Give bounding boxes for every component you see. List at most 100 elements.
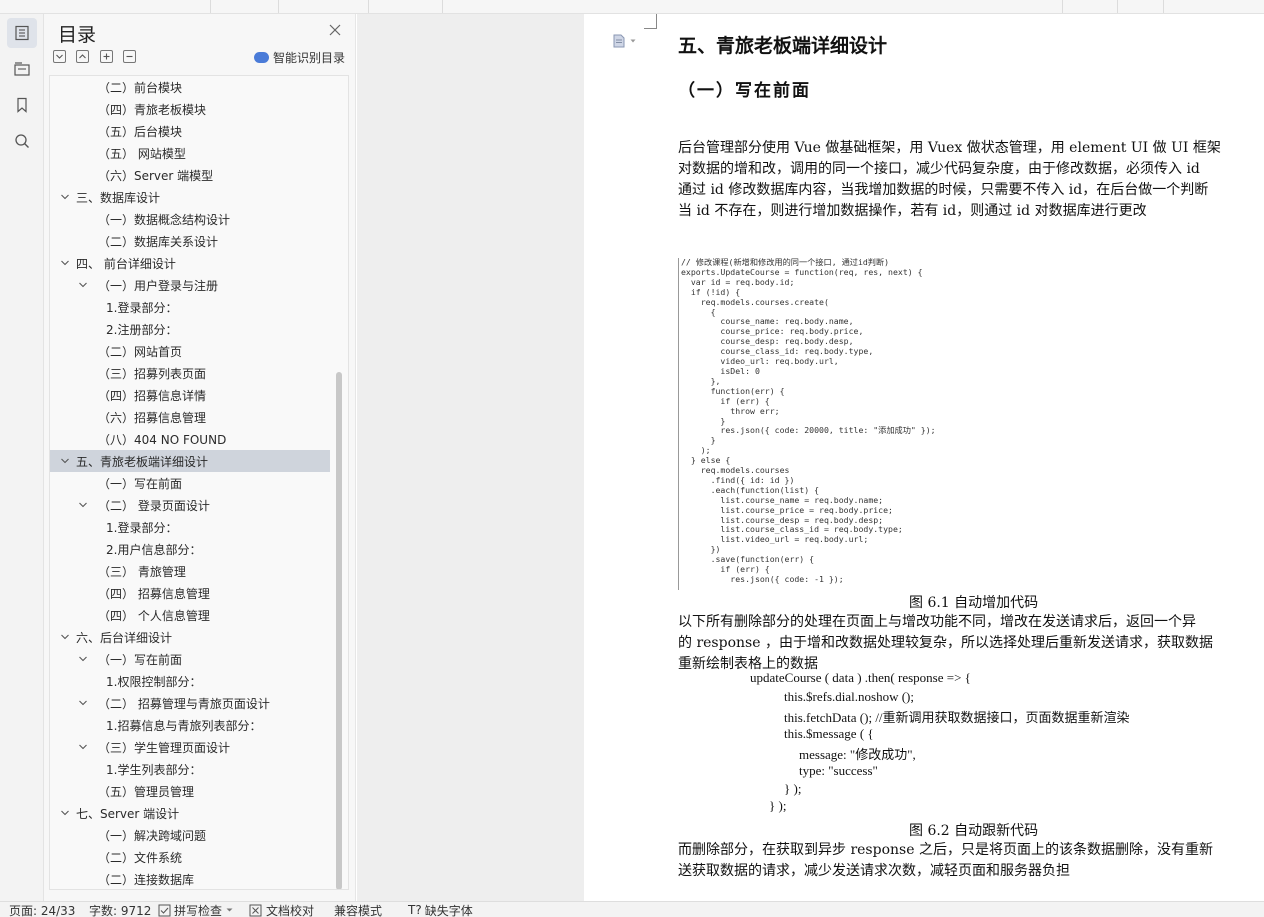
outline-item[interactable]: （四） 招募信息管理	[50, 582, 330, 604]
outline-item-label: 五、青旅老板端详细设计	[76, 454, 209, 469]
chevron-down-icon[interactable]	[78, 280, 88, 290]
outline-item[interactable]: （五）管理员管理	[50, 780, 330, 802]
proofread-button[interactable]: 文档校对	[249, 902, 314, 917]
paragraph-line: 对数据的增和改，调用的同一个接口，减少代码复杂度，由于修改数据，必须传入 id	[678, 161, 1200, 177]
chevron-down-icon[interactable]	[78, 500, 88, 510]
spell-check-icon	[158, 904, 171, 916]
dropdown-arrow-icon	[226, 908, 233, 912]
outline-item[interactable]: 1.登录部分：	[50, 296, 330, 318]
crop-mark	[656, 14, 657, 28]
spell-check-label: 拼写检查	[174, 903, 223, 917]
section-heading: 五、青旅老板端详细设计	[678, 35, 888, 57]
outline-item[interactable]: 三、数据库设计	[50, 186, 330, 208]
outline-item-label: 四、 前台详细设计	[76, 256, 176, 271]
code-line: message: "修改成功",	[799, 747, 916, 762]
remove-heading-button[interactable]	[123, 50, 136, 63]
chevron-down-icon[interactable]	[60, 192, 70, 202]
outline-item[interactable]: （二）前台模块	[50, 76, 330, 98]
outline-item[interactable]: 1.招募信息与青旅列表部分：	[50, 714, 330, 736]
outline-item[interactable]: （六）招募信息管理	[50, 406, 330, 428]
outline-item-label: （八）404 NO FOUND	[98, 432, 227, 447]
search-icon	[15, 134, 29, 148]
chevron-down-icon[interactable]	[78, 654, 88, 664]
chevron-down-icon[interactable]	[60, 258, 70, 268]
outline-item[interactable]: 七、Server 端设计	[50, 802, 330, 824]
document-page: 五、青旅老板端详细设计 （一）写在前面 后台管理部分使用 Vue 做基础框架，用…	[584, 14, 1264, 901]
smart-outline-button[interactable]: 智能识别目录	[254, 49, 345, 66]
paragraph-1: 后台管理部分使用 Vue 做基础框架，用 Vuex 做状态管理，用 elemen…	[678, 138, 1221, 222]
document-icon	[613, 34, 625, 48]
outline-close-button[interactable]	[328, 22, 344, 38]
outline-item[interactable]: 五、青旅老板端详细设计	[50, 450, 330, 472]
chevron-down-icon[interactable]	[78, 742, 88, 752]
outline-item[interactable]: （三）学生管理页面设计	[50, 736, 330, 758]
outline-item-label: （五）后台模块	[98, 124, 183, 139]
outline-item[interactable]: （四）青旅老板模块	[50, 98, 330, 120]
crop-mark	[644, 28, 657, 29]
chevron-down-icon[interactable]	[60, 632, 70, 642]
outline-item[interactable]: （二）数据库关系设计	[50, 230, 330, 252]
outline-item[interactable]: （五） 网站模型	[50, 142, 330, 164]
outline-item[interactable]: （一）写在前面	[50, 648, 330, 670]
chevron-down-icon[interactable]	[78, 698, 88, 708]
outline-item-label: （六）Server 端模型	[98, 168, 214, 183]
outline-item[interactable]: （二）网站首页	[50, 340, 330, 362]
outline-item[interactable]: 2.用户信息部分：	[50, 538, 330, 560]
outline-item[interactable]: （一）用户登录与注册	[50, 274, 330, 296]
chevron-down-icon	[56, 54, 63, 59]
outline-nav-button[interactable]	[7, 18, 37, 48]
app-window: 目录 智能识别目录 （二）前台模块 （四）青旅老板模块 （五）后台模块 （五） 网站模…	[0, 0, 1264, 917]
outline-item[interactable]: （六）Server 端模型	[50, 164, 330, 186]
search-nav-button[interactable]	[7, 126, 37, 156]
outline-item[interactable]: （一）写在前面	[50, 472, 330, 494]
close-icon	[329, 24, 341, 36]
chevron-down-icon[interactable]	[60, 808, 70, 818]
outline-item[interactable]: （八）404 NO FOUND	[50, 428, 330, 450]
outline-item-label: （二）文件系统	[98, 850, 183, 865]
outline-item[interactable]: 1.学生列表部分：	[50, 758, 330, 780]
outline-item-label: （二） 登录页面设计	[98, 498, 210, 513]
bookmark-nav-button[interactable]	[7, 90, 37, 120]
outline-item[interactable]: 1.权限控制部分：	[50, 670, 330, 692]
outline-item-label: （一）写在前面	[98, 476, 183, 491]
page-counter[interactable]: 页面: 24/33	[9, 902, 75, 917]
compat-mode[interactable]: 兼容模式	[334, 902, 382, 917]
outline-item-label: （二）数据库关系设计	[98, 234, 219, 249]
outline-item[interactable]: （三）招募列表页面	[50, 362, 330, 384]
outline-item[interactable]: （五）后台模块	[50, 120, 330, 142]
outline-panel: 目录 智能识别目录 （二）前台模块 （四）青旅老板模块 （五）后台模块 （五） 网站模…	[44, 14, 356, 901]
outline-item-label: 七、Server 端设计	[76, 806, 180, 821]
missing-font-icon: T?	[408, 903, 422, 917]
word-count[interactable]: 字数: 9712	[89, 902, 151, 917]
outline-item[interactable]: （四） 个人信息管理	[50, 604, 330, 626]
chapter-nav-button[interactable]	[7, 54, 37, 84]
paragraph-line: 的 response ，由于增和改数据处理较复杂，所以选择处理后重新发送请求，获…	[678, 635, 1213, 651]
page-menu-button[interactable]	[612, 34, 636, 48]
missing-font-button[interactable]: T? 缺失字体	[408, 902, 473, 917]
collapse-all-button[interactable]	[76, 50, 89, 63]
chevron-down-icon[interactable]	[60, 456, 70, 466]
add-heading-button[interactable]	[100, 50, 113, 63]
outline-item[interactable]: （二） 登录页面设计	[50, 494, 330, 516]
spell-check-button[interactable]: 拼写检查	[158, 902, 233, 917]
outline-item[interactable]: （三） 青旅管理	[50, 560, 330, 582]
outline-item[interactable]: （二）文件系统	[50, 846, 330, 868]
code-line: this.$message ( {	[784, 726, 874, 741]
figure-caption-2: 图 6.2 自动跟新代码	[909, 823, 1039, 839]
outline-item[interactable]: （二） 招募管理与青旅页面设计	[50, 692, 330, 714]
outline-item[interactable]: （二）连接数据库	[50, 868, 330, 889]
outline-item[interactable]: 1.登录部分：	[50, 516, 330, 538]
outline-item[interactable]: （一）解决跨域问题	[50, 824, 330, 846]
code-line: this.fetchData (); //重新调用获取数据接口，页面数据重新渲染	[784, 710, 1130, 725]
expand-all-button[interactable]	[53, 50, 66, 63]
outline-item[interactable]: 四、 前台详细设计	[50, 252, 330, 274]
outline-item-label: （四） 招募信息管理	[98, 586, 210, 601]
outline-item[interactable]: 六、后台详细设计	[50, 626, 330, 648]
dropdown-arrow-icon	[630, 39, 636, 43]
outline-item[interactable]: （四）招募信息详情	[50, 384, 330, 406]
outline-item[interactable]: （一）数据概念结构设计	[50, 208, 330, 230]
outline-item-label: （二）网站首页	[98, 344, 183, 359]
paragraph-line: 送获取数据的请求，减少发送请求次数，减轻页面和服务器负担	[678, 863, 1070, 879]
outline-item[interactable]: 2.注册部分：	[50, 318, 330, 340]
outline-scrollbar[interactable]	[336, 372, 342, 889]
